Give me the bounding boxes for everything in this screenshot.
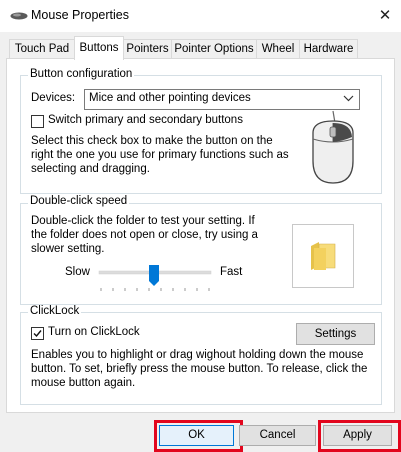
tab-pointers[interactable]: Pointers: [123, 39, 172, 59]
clicklock-settings-button[interactable]: Settings: [296, 323, 375, 345]
fast-label: Fast: [220, 266, 243, 278]
close-icon[interactable]: ✕: [372, 3, 398, 29]
tab-pointer-options[interactable]: Pointer Options: [171, 39, 257, 59]
slow-label: Slow: [65, 266, 90, 278]
mouse-illustration-icon: [312, 110, 354, 184]
checkmark-icon: [33, 330, 42, 338]
clicklock-description: Enables you to highlight or drag wighout…: [31, 349, 368, 389]
double-click-speed-legend: Double-click speed: [28, 195, 130, 207]
ok-button[interactable]: OK: [159, 425, 234, 446]
switch-buttons-label[interactable]: Switch primary and secondary buttons: [48, 114, 243, 126]
devices-dropdown[interactable]: Mice and other pointing devices: [84, 89, 360, 110]
slider-thumb[interactable]: [149, 265, 159, 286]
tab-hardware[interactable]: Hardware: [299, 39, 358, 59]
chevron-down-icon: [343, 91, 354, 108]
turn-on-clicklock-checkbox[interactable]: [31, 327, 44, 340]
double-click-description: Double-click the folder to test your set…: [31, 215, 258, 255]
test-folder-box[interactable]: [292, 224, 354, 288]
double-click-speed-slider[interactable]: [96, 260, 216, 298]
clicklock-legend: ClickLock: [28, 305, 82, 317]
cancel-button[interactable]: Cancel: [239, 425, 316, 446]
folder-icon: [311, 242, 336, 270]
switch-buttons-checkbox[interactable]: [31, 115, 44, 128]
tab-buttons[interactable]: Buttons: [74, 36, 124, 60]
devices-dropdown-value: Mice and other pointing devices: [89, 92, 251, 104]
apply-button[interactable]: Apply: [323, 425, 392, 446]
button-configuration-legend: Button configuration: [28, 68, 135, 80]
devices-label: Devices:: [31, 92, 76, 104]
button-config-description: Select this check box to make the button…: [31, 135, 289, 175]
turn-on-clicklock-label[interactable]: Turn on ClickLock: [48, 326, 140, 338]
tab-touch-pad[interactable]: Touch Pad: [9, 39, 75, 59]
tab-wheel[interactable]: Wheel: [256, 39, 300, 59]
mouse-app-icon: [10, 12, 28, 20]
window-title: Mouse Properties: [31, 8, 129, 22]
